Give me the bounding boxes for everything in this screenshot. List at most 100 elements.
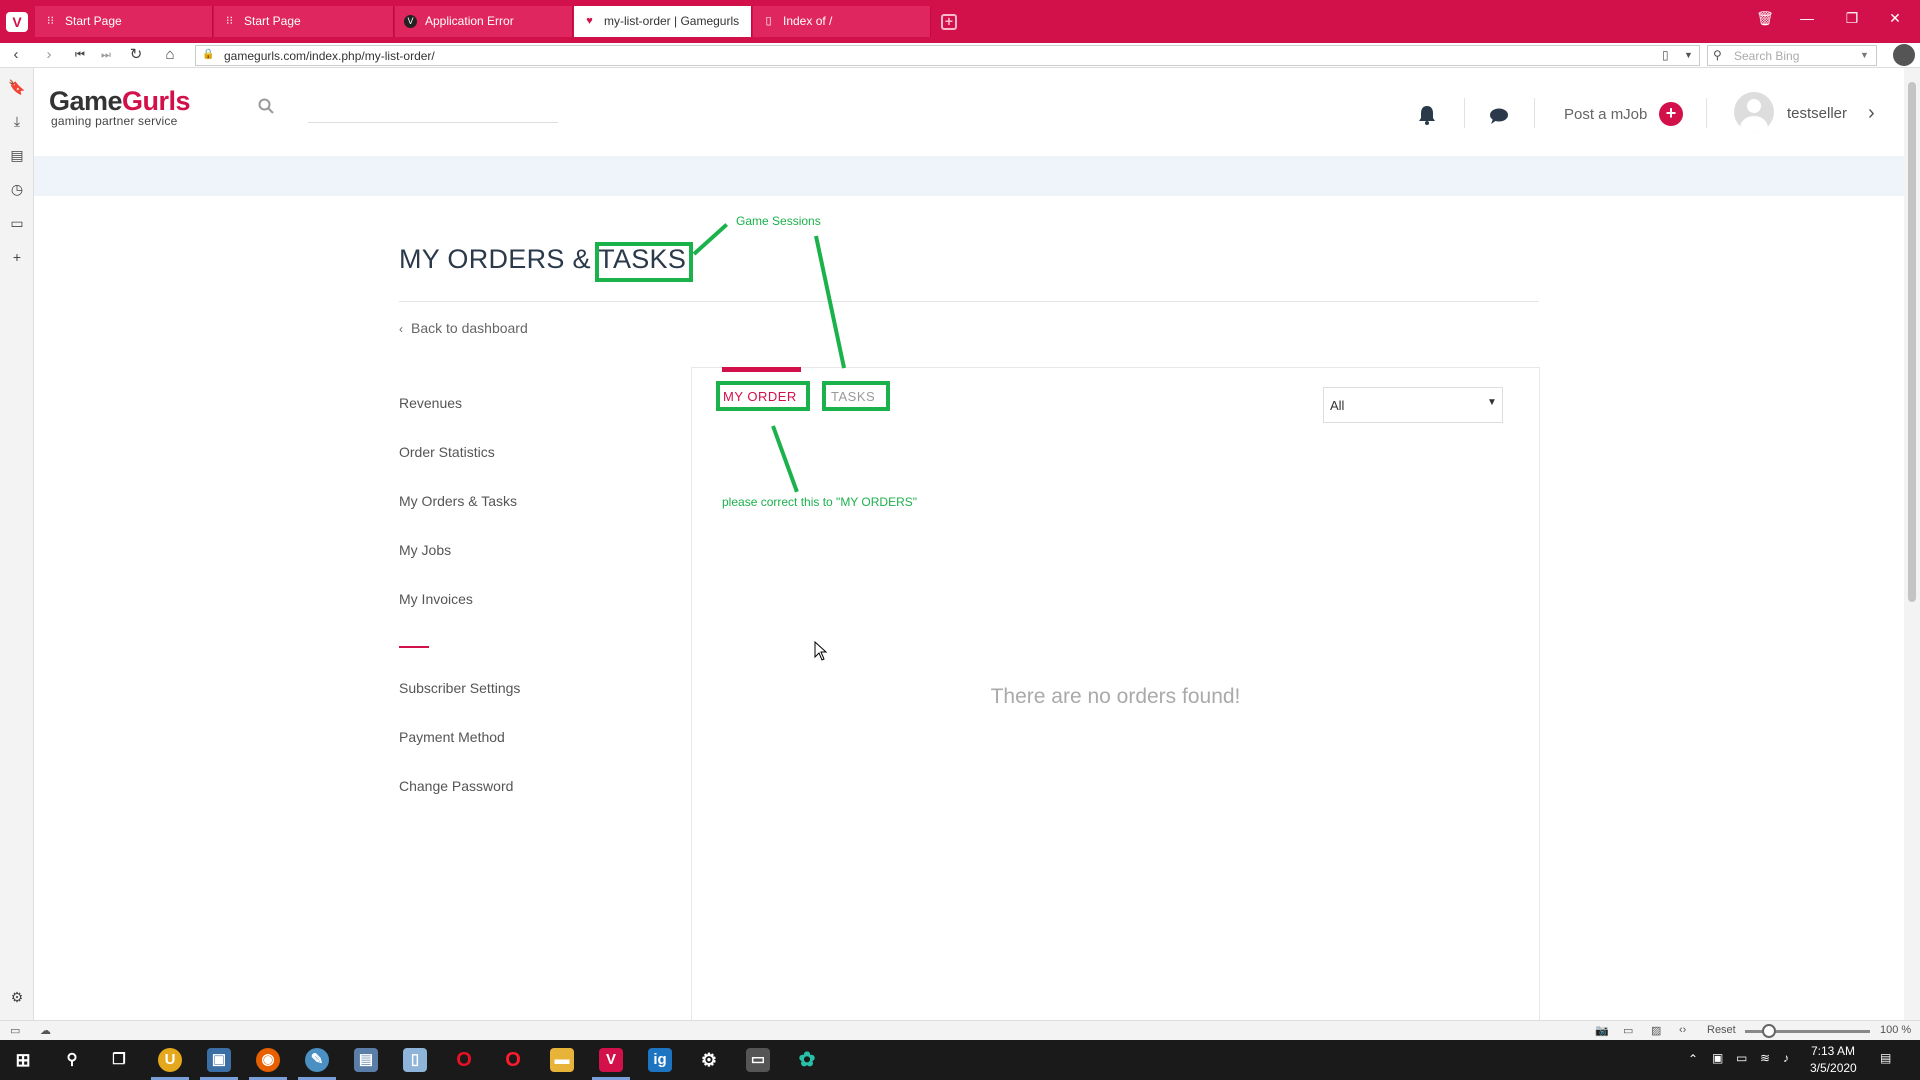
lock-icon: 🔒	[202, 49, 215, 60]
sidebar-item-order-statistics[interactable]: Order Statistics	[399, 444, 495, 460]
window-icon[interactable]: ▭	[1623, 1024, 1633, 1037]
image-viewer-icon[interactable]: ▤	[354, 1048, 378, 1072]
avatar[interactable]	[1734, 92, 1774, 132]
notification-center-icon[interactable]: ▤	[1880, 1051, 1891, 1065]
browser-tab-application-error[interactable]: V Application Error	[395, 6, 573, 37]
search-icon[interactable]: ⚲	[60, 1048, 84, 1072]
fast-forward-icon[interactable]: ⏭	[94, 44, 118, 66]
minimize-button[interactable]: —	[1792, 10, 1822, 26]
vivaldi-taskbar-icon[interactable]: V	[599, 1048, 623, 1072]
downloads-panel-icon[interactable]: ⤓	[8, 112, 26, 130]
site-logo[interactable]: GameGurls	[49, 86, 191, 117]
chevron-down-icon[interactable]: ▼	[1684, 50, 1693, 60]
sidebar-item-change-password[interactable]: Change Password	[399, 778, 513, 794]
ig-app-icon[interactable]: ig	[648, 1048, 672, 1072]
document-icon: ▯	[765, 15, 772, 27]
browser-tab-index-of[interactable]: ▯ Index of /	[753, 6, 931, 37]
notification-bell-icon[interactable]	[1416, 104, 1438, 126]
browser-side-panel: 🔖 ⤓ ▤ ◷ ▭ + ⚙	[0, 68, 34, 1023]
opera-gx-icon[interactable]: O	[452, 1048, 476, 1072]
image-icon[interactable]: ▨	[1651, 1024, 1661, 1037]
browser-tab-my-list-order[interactable]: ♥ my-list-order | Gamegurls	[574, 6, 752, 37]
code-icon[interactable]: ‹›	[1679, 1024, 1686, 1036]
chat-bubble-icon[interactable]	[1488, 105, 1510, 127]
page-scrollbar[interactable]	[1904, 68, 1920, 1023]
chevron-left-icon: ‹	[399, 322, 403, 336]
notepad-icon[interactable]: ▯	[403, 1048, 427, 1072]
order-filter-select[interactable]: All ▼	[1323, 387, 1503, 423]
sidebar-item-my-orders-tasks[interactable]: My Orders & Tasks	[399, 493, 517, 509]
grid-icon: ⁝⁝	[47, 15, 54, 27]
chevron-right-icon[interactable]: ›	[1868, 102, 1875, 125]
header-search-input[interactable]	[308, 122, 558, 123]
browser-status-bar: ▭ ☁ 📷 ▭ ▨ ‹› Reset 100 %	[0, 1020, 1920, 1040]
browser-tab-bar: V ⁝⁝ Start Page ⁝⁝ Start Page V Applicat…	[0, 0, 1920, 43]
trash-icon[interactable]: 🗑	[1750, 10, 1780, 27]
network-app-icon[interactable]: ▣	[207, 1048, 231, 1072]
forward-arrow-icon[interactable]: ›	[37, 44, 61, 66]
tray-volume-icon[interactable]: ♪	[1783, 1051, 1789, 1065]
sidebar-item-my-invoices[interactable]: My Invoices	[399, 591, 473, 607]
back-to-dashboard-link[interactable]: ‹ Back to dashboard	[399, 320, 528, 336]
zoom-level: 100 %	[1880, 1024, 1912, 1036]
taskbar-date[interactable]: 3/5/2020	[1810, 1061, 1857, 1075]
sidebar-item-my-jobs[interactable]: My Jobs	[399, 542, 451, 558]
restore-button[interactable]: ❐	[1837, 10, 1867, 27]
browser-tab-start-page-1[interactable]: ⁝⁝ Start Page	[35, 6, 213, 37]
settings-gear-icon[interactable]: ⚙	[8, 988, 26, 1006]
windows-start-icon[interactable]: ⊞	[11, 1048, 35, 1072]
notes-panel-icon[interactable]: ▤	[8, 146, 26, 164]
tab-label: Start Page	[65, 14, 122, 28]
back-arrow-icon[interactable]: ‹	[4, 44, 28, 66]
tray-wifi-icon[interactable]: ≋	[1760, 1051, 1770, 1065]
settings-gear-icon[interactable]: ⚙	[697, 1048, 721, 1072]
window-panel-icon[interactable]: ▭	[8, 214, 26, 232]
file-explorer-icon[interactable]: ▬	[550, 1048, 574, 1072]
post-mjob-link[interactable]: Post a mJob	[1564, 106, 1647, 123]
task-view-icon[interactable]: ❐	[107, 1048, 131, 1072]
upwork-app-icon[interactable]: U	[158, 1048, 182, 1072]
reload-icon[interactable]: ↻	[124, 44, 148, 66]
tray-battery-icon[interactable]: ▭	[1736, 1051, 1747, 1065]
chevron-down-icon[interactable]: ▼	[1860, 50, 1869, 60]
zoom-reset-button[interactable]: Reset	[1707, 1024, 1736, 1036]
search-engine-field[interactable]: ⚲ Search Bing ▼	[1707, 45, 1877, 66]
bookmarks-panel-icon[interactable]: 🔖	[8, 78, 26, 96]
sidebar-item-payment-method[interactable]: Payment Method	[399, 729, 505, 745]
terminal-icon[interactable]: ▭	[746, 1048, 770, 1072]
site-header: GameGurls gaming partner service Post a …	[34, 68, 1904, 156]
opera-icon[interactable]: O	[501, 1048, 525, 1072]
search-icon[interactable]	[258, 98, 274, 114]
sidebar-item-subscriber-settings[interactable]: Subscriber Settings	[399, 680, 520, 696]
title-divider	[399, 301, 1539, 302]
browser-tab-start-page-2[interactable]: ⁝⁝ Start Page	[214, 6, 394, 37]
url-text: gamegurls.com/index.php/my-list-order/	[224, 49, 435, 63]
username[interactable]: testseller	[1787, 105, 1847, 122]
cloud-sync-icon[interactable]: ☁	[40, 1024, 51, 1037]
rewind-icon[interactable]: ⏮	[68, 44, 92, 66]
chat-app-icon[interactable]: ✿	[795, 1048, 819, 1072]
camera-icon[interactable]: 📷	[1595, 1024, 1609, 1037]
tray-chevron-up-icon[interactable]: ⌃	[1688, 1052, 1698, 1066]
panel-toggle-icon[interactable]: ▭	[10, 1024, 20, 1037]
vivaldi-menu-icon[interactable]: V	[6, 12, 28, 32]
taskbar-time[interactable]: 7:13 AM	[1811, 1044, 1855, 1058]
annotation-box-my-order-tab	[716, 381, 810, 411]
profile-icon[interactable]	[1893, 44, 1915, 66]
firefox-icon[interactable]: ◉	[256, 1048, 280, 1072]
add-panel-icon[interactable]: +	[8, 248, 26, 266]
zoom-slider-knob[interactable]	[1762, 1024, 1776, 1038]
post-mjob-plus-button[interactable]: +	[1659, 102, 1683, 126]
sidebar-item-revenues[interactable]: Revenues	[399, 395, 462, 411]
tab-label: my-list-order | Gamegurls	[604, 14, 740, 28]
tray-nvidia-icon[interactable]: ▣	[1712, 1051, 1723, 1065]
annotation-game-sessions: Game Sessions	[736, 214, 821, 228]
paint-app-icon[interactable]: ✎	[305, 1048, 329, 1072]
new-tab-button[interactable]: +	[941, 14, 957, 30]
scrollbar-thumb[interactable]	[1908, 82, 1916, 602]
home-icon[interactable]: ⌂	[158, 44, 182, 66]
url-field[interactable]: 🔒 gamegurls.com/index.php/my-list-order/…	[195, 45, 1700, 66]
history-panel-icon[interactable]: ◷	[8, 180, 26, 198]
close-window-button[interactable]: ✕	[1880, 10, 1910, 27]
bookmark-icon[interactable]: ▯	[1662, 48, 1669, 62]
